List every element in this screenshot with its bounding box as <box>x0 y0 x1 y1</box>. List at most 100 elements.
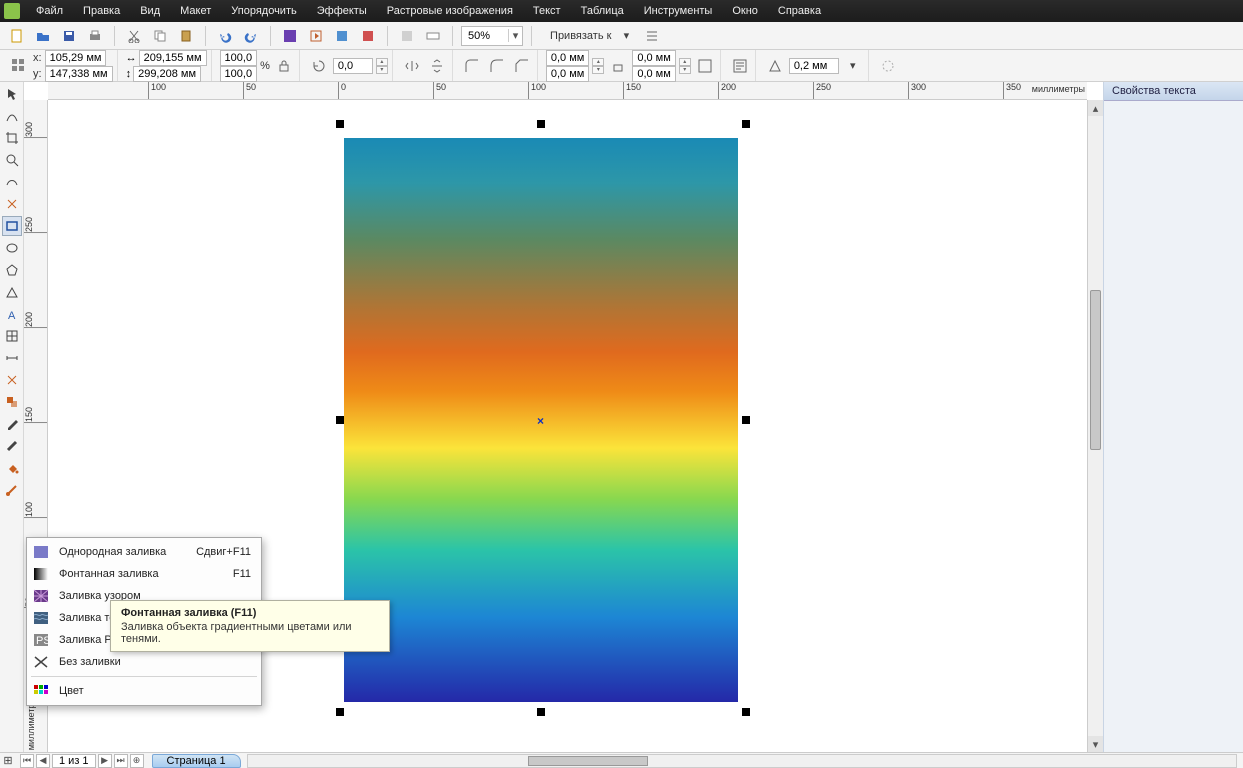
flyout-no-fill[interactable]: Без заливки <box>27 651 261 673</box>
scale-y-input[interactable]: 100,0 <box>220 66 258 82</box>
corner-round-button[interactable] <box>461 55 483 77</box>
import-button[interactable] <box>279 25 301 47</box>
eyedropper-tool[interactable] <box>2 414 22 434</box>
sel-handle-tm[interactable] <box>537 120 545 128</box>
add-page-button[interactable]: ⊞ <box>0 754 16 768</box>
menu-table[interactable]: Таблица <box>573 3 632 19</box>
options-button[interactable] <box>422 25 444 47</box>
text-tool[interactable]: A <box>2 304 22 324</box>
flyout-color[interactable]: Цвет <box>27 680 261 702</box>
horizontal-scrollbar[interactable] <box>247 754 1237 768</box>
prev-page-button[interactable]: ◀ <box>36 754 50 768</box>
page-info[interactable]: 1 из 1 <box>52 754 96 768</box>
snap-options-button[interactable] <box>641 25 663 47</box>
connector-tool[interactable] <box>2 370 22 390</box>
paste-button[interactable] <box>175 25 197 47</box>
corner-scallop-button[interactable] <box>486 55 508 77</box>
page-tab[interactable]: Страница 1 <box>152 754 241 768</box>
outline-dropdown[interactable]: ▾ <box>842 55 864 77</box>
menu-window[interactable]: Окно <box>724 3 766 19</box>
publish-button[interactable] <box>331 25 353 47</box>
flyout-fountain-fill[interactable]: Фонтанная заливка F11 <box>27 563 261 585</box>
corner-spinner-r[interactable]: ▴▾ <box>679 58 691 74</box>
menu-arrange[interactable]: Упорядочить <box>223 3 304 19</box>
vertical-scrollbar[interactable]: ▴ ▾ <box>1087 100 1103 752</box>
mirror-h-button[interactable] <box>401 55 423 77</box>
smart-fill-tool[interactable] <box>2 194 22 214</box>
dimension-tool[interactable] <box>2 348 22 368</box>
app-launch-button[interactable] <box>357 25 379 47</box>
crop-tool[interactable] <box>2 128 22 148</box>
rotation-input[interactable]: 0,0 <box>333 58 373 74</box>
sel-handle-tr[interactable] <box>742 120 750 128</box>
corner-br-input[interactable]: 0,0 мм <box>632 66 675 82</box>
outline-width-input[interactable]: 0,2 мм <box>789 58 839 74</box>
horizontal-ruler[interactable]: 10050050100150200250300350 миллиметры <box>48 82 1087 100</box>
menu-edit[interactable]: Правка <box>75 3 128 19</box>
y-position-input[interactable]: 147,338 мм <box>45 66 113 82</box>
menu-file[interactable]: Файл <box>28 3 71 19</box>
wrap-text-button[interactable] <box>729 55 751 77</box>
shape-tool[interactable] <box>2 106 22 126</box>
polygon-tool[interactable] <box>2 260 22 280</box>
rotation-spinner[interactable]: ▴▾ <box>376 58 388 74</box>
menu-view[interactable]: Вид <box>132 3 168 19</box>
redo-button[interactable] <box>240 25 262 47</box>
open-button[interactable] <box>32 25 54 47</box>
new-button[interactable] <box>6 25 28 47</box>
sel-handle-ml[interactable] <box>336 416 344 424</box>
scroll-up-button[interactable]: ▴ <box>1088 100 1103 116</box>
menu-text[interactable]: Текст <box>525 3 569 19</box>
corner-lock-button[interactable] <box>607 55 629 77</box>
snap-to-dropdown[interactable]: ▾ <box>615 25 637 47</box>
x-position-input[interactable]: 105,29 мм <box>45 50 107 66</box>
menu-effects[interactable]: Эффекты <box>309 3 375 19</box>
to-front-button[interactable] <box>877 55 899 77</box>
freehand-tool[interactable] <box>2 172 22 192</box>
last-page-button[interactable]: ⏭ <box>114 754 128 768</box>
flyout-uniform-fill[interactable]: Однородная заливка Сдвиг+F11 <box>27 541 261 563</box>
menu-tools[interactable]: Инструменты <box>636 3 721 19</box>
scale-x-input[interactable]: 100,0 <box>220 50 258 66</box>
menu-layout[interactable]: Макет <box>172 3 219 19</box>
text-properties-tab[interactable]: Свойства текста <box>1104 82 1243 101</box>
corner-spinner-l[interactable]: ▴▾ <box>592 58 604 74</box>
corner-chamfer-button[interactable] <box>511 55 533 77</box>
zoom-tool[interactable] <box>2 150 22 170</box>
zoom-level-select[interactable]: 50%▾ <box>461 26 523 46</box>
undo-button[interactable] <box>214 25 236 47</box>
relative-corner-button[interactable] <box>694 55 716 77</box>
sel-handle-mr[interactable] <box>742 416 750 424</box>
width-input[interactable]: 209,155 мм <box>139 50 207 66</box>
outline-tool[interactable] <box>2 436 22 456</box>
sel-handle-br[interactable] <box>742 708 750 716</box>
sel-handle-tl[interactable] <box>336 120 344 128</box>
lock-ratio-button[interactable] <box>273 55 295 77</box>
add-page-after-button[interactable]: ⊕ <box>130 754 144 768</box>
hscroll-thumb[interactable] <box>528 756 648 766</box>
rectangle-tool[interactable] <box>2 216 22 236</box>
fill-tool[interactable] <box>2 458 22 478</box>
copy-button[interactable] <box>149 25 171 47</box>
welcome-button[interactable] <box>396 25 418 47</box>
first-page-button[interactable]: ⏮ <box>20 754 34 768</box>
corner-bl-input[interactable]: 0,0 мм <box>546 66 589 82</box>
scroll-down-button[interactable]: ▾ <box>1088 736 1103 752</box>
next-page-button[interactable]: ▶ <box>98 754 112 768</box>
height-input[interactable]: 299,208 мм <box>133 66 201 82</box>
save-button[interactable] <box>58 25 80 47</box>
print-button[interactable] <box>84 25 106 47</box>
menu-help[interactable]: Справка <box>770 3 829 19</box>
export-button[interactable] <box>305 25 327 47</box>
ellipse-tool[interactable] <box>2 238 22 258</box>
corner-tl-input[interactable]: 0,0 мм <box>546 50 589 66</box>
menu-bitmaps[interactable]: Растровые изображения <box>379 3 521 19</box>
cut-button[interactable] <box>123 25 145 47</box>
interactive-fill-tool[interactable] <box>2 480 22 500</box>
basic-shapes-tool[interactable] <box>2 282 22 302</box>
corner-tr-input[interactable]: 0,0 мм <box>632 50 675 66</box>
interactive-effects-tool[interactable] <box>2 392 22 412</box>
mirror-v-button[interactable] <box>426 55 448 77</box>
sel-handle-bl[interactable] <box>336 708 344 716</box>
scroll-thumb[interactable] <box>1090 290 1101 450</box>
